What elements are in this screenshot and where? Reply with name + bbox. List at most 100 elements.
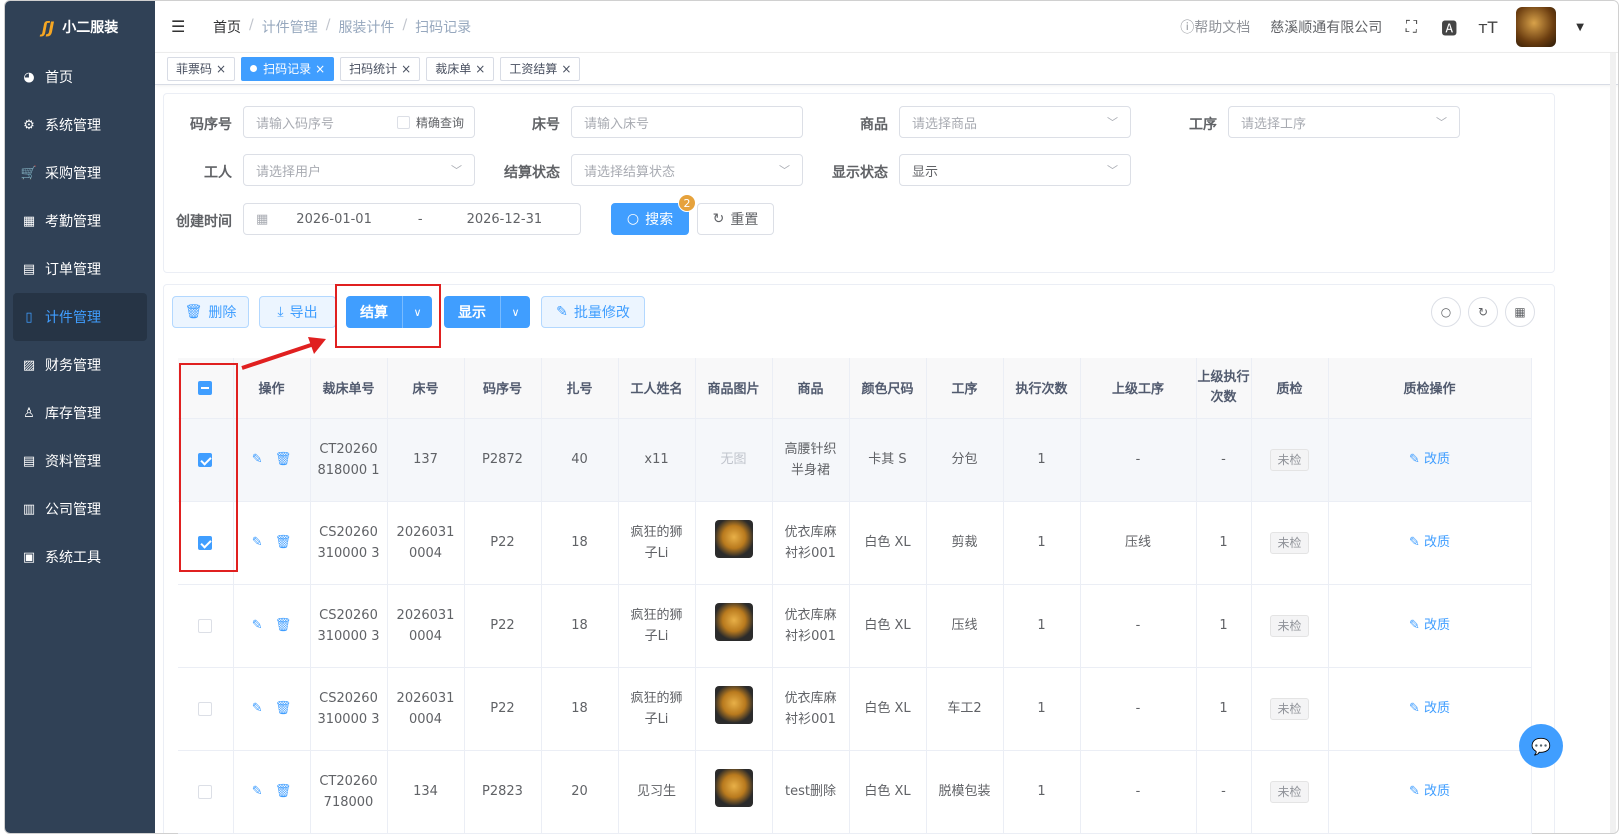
close-icon[interactable]: × [475,62,485,76]
edit-icon[interactable]: ✎ [252,784,263,799]
tab[interactable]: 菲票码 × [167,56,236,81]
caret-down-icon[interactable]: ▼ [1576,22,1584,33]
batch-edit-button[interactable]: ✎ 批量修改 [541,296,645,328]
table-cell-bundle: 18 [541,501,619,585]
page-scrollbar[interactable] [1610,53,1616,833]
close-icon[interactable]: × [315,62,325,76]
sidebar-item[interactable]: ♙ 库存管理 [5,389,155,437]
settle-select[interactable]: 请选择结算状态 ﹀ [571,154,803,186]
worker-select[interactable]: 请选择用户 ﹀ [243,154,475,186]
export-button[interactable]: ⤓ 导出 [259,296,336,328]
date-from[interactable]: 2026-01-01 [296,212,372,227]
edit-icon[interactable]: ✎ [252,701,263,716]
checkbox-box[interactable] [396,115,410,129]
code-input[interactable]: 请输入码序号 精确查询 [243,106,475,138]
row-select-cell[interactable] [178,750,234,834]
display-split-button[interactable]: 显示 ∨ [444,296,530,328]
edit-icon: ✎ [1408,784,1424,799]
close-icon[interactable]: × [216,62,226,76]
bed-input[interactable]: 请输入床号 [571,106,803,138]
sidebar-item[interactable]: ▦ 考勤管理 [5,197,155,245]
qc-status-badge: 未检 [1270,697,1309,720]
tab-label: 菲票码 [176,62,213,76]
avatar[interactable] [1516,7,1557,47]
sidebar-item[interactable]: ▥ 公司管理 [5,485,155,533]
product-image-cell [695,667,773,751]
sidebar-item-label: 系统管理 [45,118,101,134]
hamburger-icon[interactable]: ☰ [171,17,189,36]
sidebar-item[interactable]: 🛒 采购管理 [5,149,155,197]
bed-label: 床号 [532,117,560,133]
table-cell-runs: 1 [1003,584,1081,668]
table-row[interactable]: ✎ 🗑 CT20260718000 134 P2823 20 见习生 test删除 白色 XL 脱… [178,750,1532,834]
chevron-down-icon[interactable]: ∨ [500,296,530,328]
display-select[interactable]: 显示 ﹀ [899,154,1131,186]
tab[interactable]: 扫码统计 × [340,56,421,81]
edit-icon[interactable]: ✎ [252,452,263,467]
table-cell-code: P22 [464,501,542,585]
worker-placeholder: 请选择用户 [256,164,322,180]
process-select[interactable]: 请选择工序 ﹀ [1228,106,1460,138]
product-select[interactable]: 请选择商品 ﹀ [899,106,1131,138]
sidebar-item[interactable]: ◕ 首页 [5,53,155,101]
search-toggle-icon[interactable]: ○ [1431,297,1461,327]
trash-icon[interactable]: 🗑 [275,452,292,467]
trash-icon[interactable]: 🗑 [275,618,292,633]
trash-icon[interactable]: 🗑 [275,784,292,799]
columns-icon[interactable]: ▦ [1505,297,1535,327]
product-thumbnail[interactable] [714,686,753,724]
table-cell-bundle: 18 [541,667,619,751]
search-button-label: 搜索 [645,212,674,228]
edit-icon[interactable]: ✎ [252,535,263,550]
reset-button[interactable]: ↻ 重置 [697,203,774,235]
trash-icon[interactable]: 🗑 [275,701,292,716]
trash-icon[interactable]: 🗑 [275,535,292,550]
change-qc-link[interactable]: ✎ 改质 [1409,452,1450,467]
sidebar-item[interactable]: ▤ 资料管理 [5,437,155,485]
exact-query-checkbox[interactable]: 精确查询 [396,114,464,131]
help-link[interactable]: ⓘ帮助文档 [1180,17,1250,37]
date-range-picker[interactable]: ▦ 2026-01-01 - 2026-12-31 [243,203,581,235]
display-button[interactable]: 显示 [444,296,500,328]
sidebar-item[interactable]: ▨ 财务管理 [5,341,155,389]
close-icon[interactable]: × [561,62,571,76]
fullscreen-icon[interactable]: ⛶ [1402,17,1420,37]
row-select-cell[interactable] [178,584,234,668]
logo-mark: ʃJ [41,17,55,37]
sidebar-item[interactable]: ▣ 系统工具 [5,533,155,581]
change-qc-link[interactable]: ✎ 改质 [1409,701,1450,716]
row-select-cell[interactable] [178,667,234,751]
table-row[interactable]: ✎ 🗑 CT20260818000 1 137 P2872 40 x11 无图 高腰针织半身裙卡… [178,418,1532,502]
chat-support-button[interactable]: 💬 [1519,724,1563,768]
font-size-icon[interactable]: ᴛT [1478,18,1497,37]
close-icon[interactable]: × [401,62,411,76]
product-thumbnail[interactable] [714,520,753,558]
sidebar-item[interactable]: ▯ 计件管理 [13,293,147,341]
breadcrumb-item-home[interactable]: 首页 [213,17,241,37]
tab[interactable]: 工资结算 × [500,56,581,81]
sidebar-item[interactable]: ▤ 订单管理 [5,245,155,293]
translate-icon[interactable]: 🅰 [1440,15,1458,39]
table-cell-color-size: 卡其 S [849,418,927,502]
tab[interactable]: 裁床单 × [426,56,495,81]
edit-icon[interactable]: ✎ [252,618,263,633]
table-row[interactable]: ✎ 🗑 CS20260310000 3 20260310004 P22 18 疯狂的狮子Li… [178,667,1532,751]
search-button[interactable]: ○ 搜索 2 [611,194,696,235]
row-checkbox[interactable] [198,784,213,799]
table-row[interactable]: ✎ 🗑 CS20260310000 3 20260310004 P22 18 疯狂的狮子Li… [178,501,1532,585]
sidebar-item[interactable]: ⚙ 系统管理 [5,101,155,149]
date-to[interactable]: 2026-12-31 [467,212,543,227]
change-qc-link[interactable]: ✎ 改质 [1409,784,1450,799]
tab[interactable]: 扫码记录 × [241,56,335,81]
change-qc-link[interactable]: ✎ 改质 [1409,535,1450,550]
app-logo[interactable]: ʃJ 小二服装 [5,1,155,53]
delete-button[interactable]: 🗑 删除 [172,296,249,328]
refresh-icon[interactable]: ↻ [1468,297,1498,327]
product-thumbnail[interactable] [714,603,753,641]
table-row[interactable]: ✎ 🗑 CS20260310000 3 20260310004 P22 18 疯狂的狮子Li… [178,584,1532,668]
delete-label: 删除 [208,305,237,321]
row-checkbox[interactable] [198,701,213,716]
row-checkbox[interactable] [198,618,213,633]
change-qc-link[interactable]: ✎ 改质 [1409,618,1450,633]
product-thumbnail[interactable] [714,769,753,807]
